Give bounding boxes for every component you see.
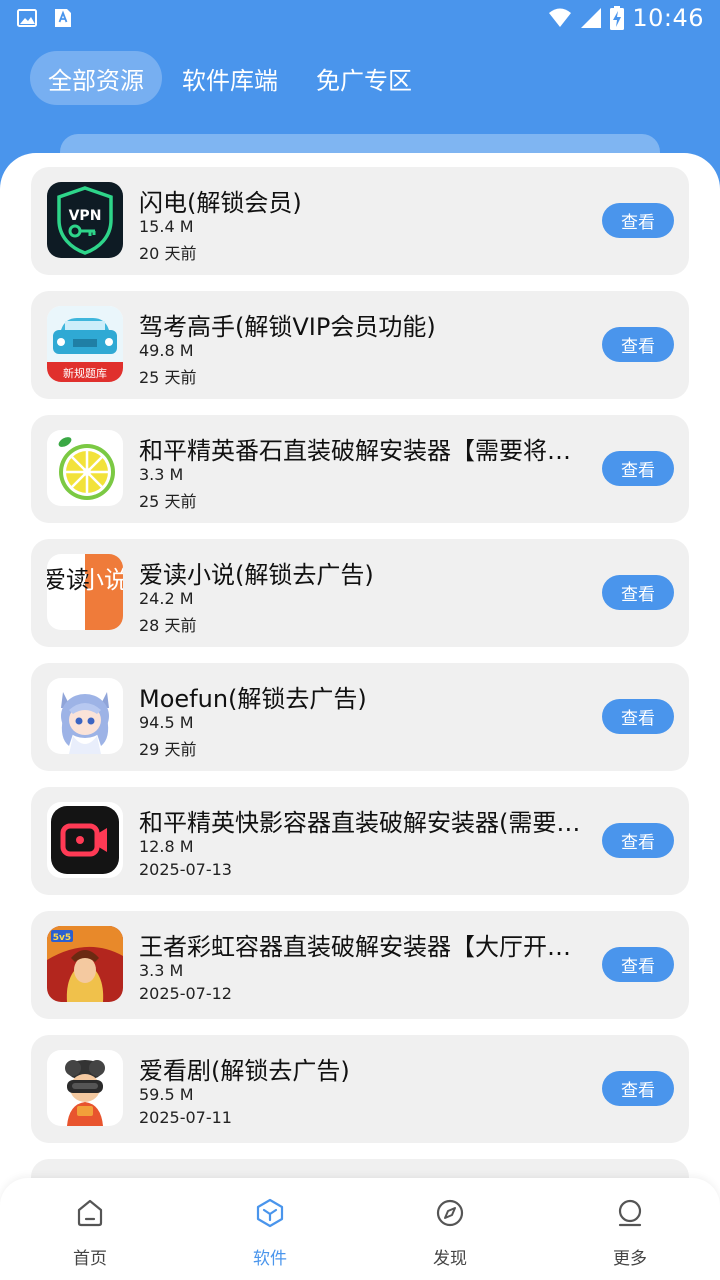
vr-mascot-icon: [47, 1050, 123, 1126]
view-button[interactable]: 查看: [602, 823, 674, 858]
view-button[interactable]: 查看: [602, 203, 674, 238]
nav-software[interactable]: 软件: [180, 1178, 360, 1280]
gallery-icon: [17, 9, 37, 27]
battery-charging-icon: [610, 6, 625, 30]
svg-text:VPN: VPN: [69, 208, 102, 224]
app-date: 28 天前: [139, 616, 197, 635]
nav-label: 首页: [73, 1249, 107, 1269]
app-list: VPN 闪电(解锁会员) 15.4 M 20 天前 查看 新规题库 驾考高手(解…: [31, 167, 689, 1215]
nav-label: 软件: [253, 1249, 287, 1269]
app-size: 49.8 M: [139, 341, 194, 360]
tab-software-library[interactable]: 软件库端: [164, 51, 296, 105]
list-item[interactable]: 和平精英快影容器直装破解安装器(需要将网络改成VPN) 12.8 M 2025-…: [31, 787, 689, 895]
app-size: 24.2 M: [139, 589, 194, 608]
status-bar: 10:46: [0, 0, 720, 36]
wifi-icon: [549, 8, 572, 27]
tab-ad-free-zone[interactable]: 免广专区: [298, 51, 430, 105]
list-item[interactable]: 爱读 小说 爱读小说(解锁去广告) 24.2 M 28 天前 查看: [31, 539, 689, 647]
app-date: 25 天前: [139, 492, 197, 511]
app-date: 2025-07-11: [139, 1108, 232, 1127]
app-size: 59.5 M: [139, 1085, 194, 1104]
list-item[interactable]: 5v5 王者彩虹容器直装破解安装器【大厅开功能】 3.3 M 2025-07-1…: [31, 911, 689, 1019]
app-date: 25 天前: [139, 368, 197, 387]
app-size: 3.3 M: [139, 961, 184, 980]
app-size: 12.8 M: [139, 837, 194, 856]
bottom-navigation: 首页 软件 发现 更多: [0, 1178, 720, 1280]
tab-all-resources[interactable]: 全部资源: [30, 51, 162, 105]
category-tabs: 全部资源 软件库端 免广专区: [30, 51, 430, 105]
car-icon: 新规题库: [47, 306, 123, 382]
app-date: 2025-07-13: [139, 860, 232, 879]
app-date: 29 天前: [139, 740, 197, 759]
view-button[interactable]: 查看: [602, 699, 674, 734]
app-title: 爱看剧(解锁去广告): [139, 1057, 350, 1085]
app-title: Moefun(解锁去广告): [139, 685, 367, 713]
home-icon: [77, 1199, 103, 1227]
list-item[interactable]: VPN 闪电(解锁会员) 15.4 M 20 天前 查看: [31, 167, 689, 275]
list-item[interactable]: Moefun(解锁去广告) 94.5 M 29 天前 查看: [31, 663, 689, 771]
cube-icon: [256, 1198, 284, 1228]
nav-more[interactable]: 更多: [540, 1178, 720, 1280]
app-title: 和平精英番石直装破解安装器【需要将网络改成VPN】: [139, 437, 591, 465]
app-size: 3.3 M: [139, 465, 184, 484]
app-title: 王者彩虹容器直装破解安装器【大厅开功能】: [139, 933, 591, 961]
nav-label: 更多: [613, 1249, 647, 1269]
nav-label: 发现: [433, 1249, 467, 1269]
view-button[interactable]: 查看: [602, 575, 674, 610]
nav-home[interactable]: 首页: [0, 1178, 180, 1280]
svg-text:5v5: 5v5: [53, 933, 71, 943]
video-camera-icon: [47, 802, 123, 878]
app-title: 和平精英快影容器直装破解安装器(需要将网络改成VPN): [139, 809, 591, 837]
user-icon: [618, 1199, 642, 1227]
view-button[interactable]: 查看: [602, 1071, 674, 1106]
app-title: 驾考高手(解锁VIP会员功能): [139, 313, 436, 341]
app-date: 20 天前: [139, 244, 197, 263]
app-size: 94.5 M: [139, 713, 194, 732]
app-title: 闪电(解锁会员): [139, 189, 302, 217]
list-item[interactable]: 新规题库 驾考高手(解锁VIP会员功能) 49.8 M 25 天前 查看: [31, 291, 689, 399]
translate-icon: [55, 9, 71, 27]
lemon-icon: [47, 430, 123, 506]
app-date: 2025-07-12: [139, 984, 232, 1003]
view-button[interactable]: 查看: [602, 947, 674, 982]
app-size: 15.4 M: [139, 217, 194, 236]
compass-icon: [436, 1199, 464, 1227]
view-button[interactable]: 查看: [602, 327, 674, 362]
svg-text:新规题库: 新规题库: [63, 366, 107, 380]
vpn-icon: VPN: [47, 182, 123, 258]
signal-icon: [581, 8, 602, 28]
list-item[interactable]: 和平精英番石直装破解安装器【需要将网络改成VPN】 3.3 M 25 天前 查看: [31, 415, 689, 523]
game-hero-icon: 5v5: [47, 926, 123, 1002]
app-title: 爱读小说(解锁去广告): [139, 561, 374, 589]
svg-text:小说: 小说: [80, 566, 123, 594]
anime-girl-icon: [47, 678, 123, 754]
view-button[interactable]: 查看: [602, 451, 674, 486]
status-time: 10:46: [632, 4, 704, 32]
book-icon: 爱读 小说: [47, 554, 123, 630]
nav-discover[interactable]: 发现: [360, 1178, 540, 1280]
list-item[interactable]: 爱看剧(解锁去广告) 59.5 M 2025-07-11 查看: [31, 1035, 689, 1143]
